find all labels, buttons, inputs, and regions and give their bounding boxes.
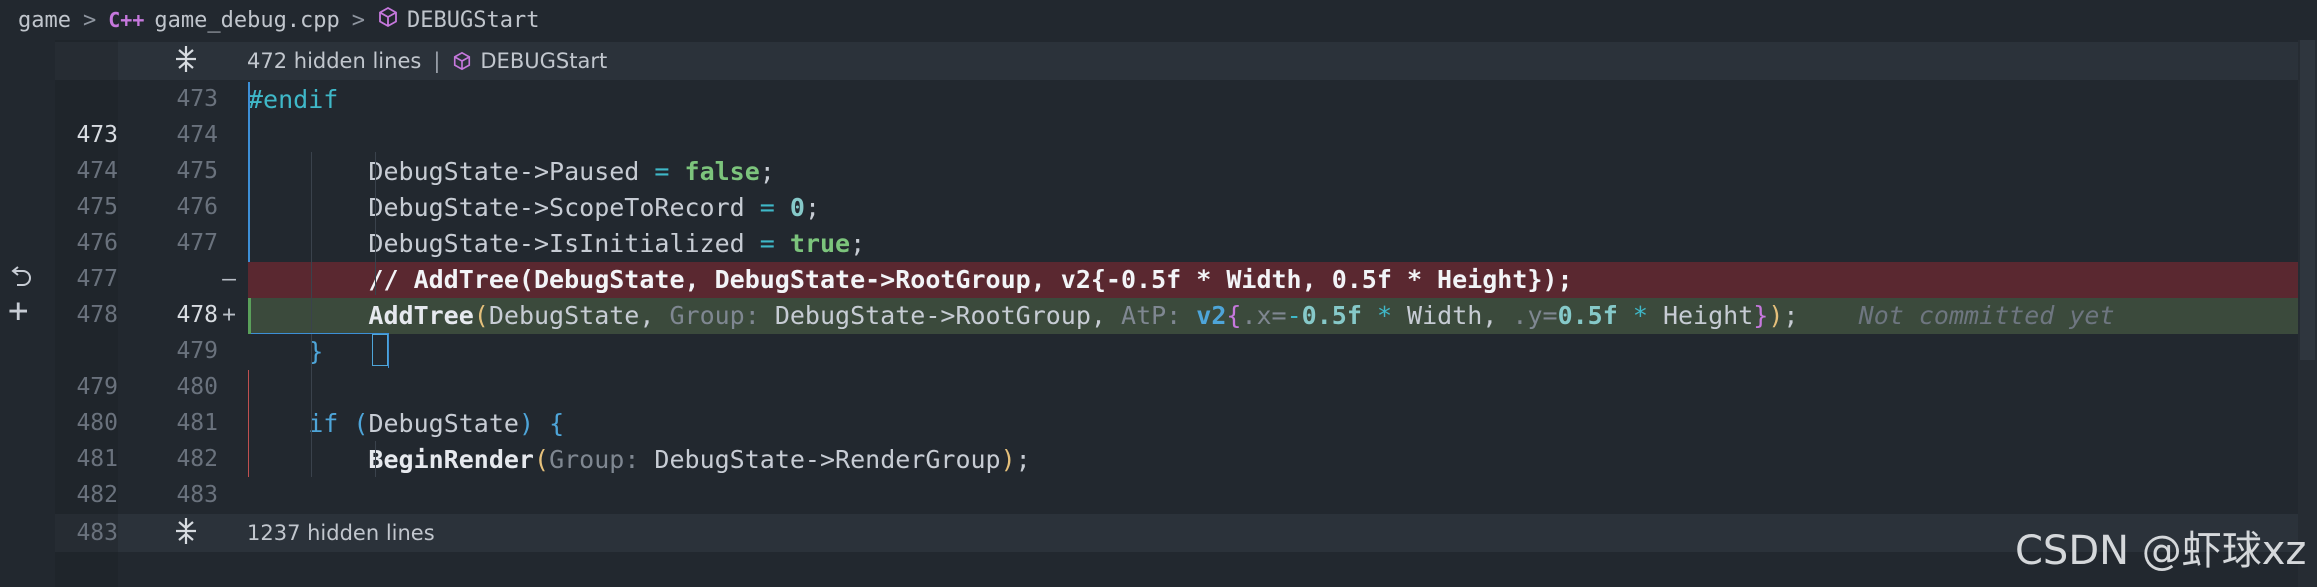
- diff-mark: —: [222, 266, 236, 292]
- modified-indicator: [248, 82, 250, 262]
- symbol-cube-icon: [377, 6, 399, 34]
- stage-change-icon[interactable]: +: [8, 294, 28, 328]
- code-text[interactable]: DebugState->IsInitialized = true;: [248, 226, 865, 262]
- scrollbar-thumb[interactable]: [2300, 40, 2315, 360]
- code-line[interactable]: 474 475 DebugState->Paused = false;: [0, 154, 2317, 190]
- code-line[interactable]: 480 481 if (DebugState) {: [0, 406, 2317, 442]
- code-line[interactable]: 482 483: [0, 478, 2317, 514]
- old-line-number: 476: [76, 230, 118, 256]
- added-line[interactable]: 478 478 + AddTree(DebugState, Group: Debug…: [0, 298, 2317, 334]
- old-line-number: 477: [76, 266, 118, 292]
- added-indicator: [248, 298, 251, 334]
- old-line-number: 475: [76, 194, 118, 220]
- symbol-cube-icon: [452, 49, 472, 73]
- new-line-number: 483: [176, 482, 218, 508]
- code-text[interactable]: BeginRender(Group: DebugState->RenderGro…: [248, 442, 1030, 478]
- new-line-number: 473: [176, 86, 218, 112]
- new-line-number: 478: [176, 302, 218, 328]
- code-line: 483: [0, 516, 2317, 552]
- new-line-number: 475: [176, 158, 218, 184]
- code-line[interactable]: 479 480: [0, 370, 2317, 406]
- code-line[interactable]: 475 476 DebugState->ScopeToRecord = 0;: [0, 190, 2317, 226]
- breadcrumb: game > C++ game_debug.cpp > DEBUGStart: [0, 0, 2317, 40]
- code-line[interactable]: 481 482 BeginRender(Group: DebugState->Re…: [0, 442, 2317, 478]
- old-line-number: 478: [76, 302, 118, 328]
- breadcrumb-root[interactable]: game: [18, 8, 71, 33]
- brace-match-highlight: [372, 334, 388, 366]
- old-line-number: 474: [76, 158, 118, 184]
- breadcrumb-file[interactable]: game_debug.cpp: [154, 8, 339, 33]
- diff-mark: +: [222, 302, 236, 328]
- code-text[interactable]: if (DebugState) {: [248, 406, 564, 442]
- cpp-file-icon: C++: [108, 8, 145, 32]
- new-line-number: 479: [176, 338, 218, 364]
- old-line-number: 483: [76, 520, 118, 546]
- code-text[interactable]: DebugState->ScopeToRecord = 0;: [248, 190, 820, 226]
- new-line-number: 482: [176, 446, 218, 472]
- old-line-number: 479: [76, 374, 118, 400]
- code-text[interactable]: // AddTree(DebugState, DebugState->RootG…: [248, 262, 1572, 298]
- new-line-number: 481: [176, 410, 218, 436]
- old-line-number: [58, 334, 118, 370]
- old-line-number: 482: [76, 482, 118, 508]
- code-text[interactable]: #endif: [248, 82, 338, 118]
- code-text[interactable]: DebugState->Paused = false;: [248, 154, 774, 190]
- indent-guide: [375, 441, 376, 477]
- indent-guide: [311, 152, 312, 477]
- old-line-number: 480: [76, 410, 118, 436]
- unfold-icon[interactable]: [170, 44, 202, 81]
- breadcrumb-symbol[interactable]: DEBUGStart: [407, 8, 539, 33]
- new-line-number: 480: [176, 374, 218, 400]
- code-line[interactable]: 473 474: [0, 118, 2317, 154]
- chevron-right-icon: >: [351, 7, 366, 33]
- old-line-number: 481: [76, 446, 118, 472]
- indent-guide-red: [248, 370, 249, 477]
- new-line-number: [150, 262, 218, 298]
- new-line-number: 477: [176, 230, 218, 256]
- code-line[interactable]: 473 #endif: [0, 82, 2317, 118]
- scope-highlight: [248, 333, 389, 368]
- code-text[interactable]: AddTree(DebugState, Group: DebugState->R…: [248, 298, 2114, 334]
- code-line[interactable]: 476 477 DebugState->IsInitialized = true;: [0, 226, 2317, 262]
- indent-guide: [375, 152, 376, 295]
- old-line-number: 473: [76, 122, 118, 148]
- removed-line[interactable]: 477 — // AddTree(DebugState, DebugState->…: [0, 262, 2317, 298]
- old-line-number: [58, 82, 118, 118]
- hidden-lines-label: 472 hidden lines | DEBUGStart: [247, 49, 608, 73]
- chevron-right-icon: >: [82, 7, 97, 33]
- new-line-number: 474: [176, 122, 218, 148]
- fold-row-top[interactable]: 472 hidden lines | DEBUGStart: [55, 42, 2317, 80]
- new-line-number: 476: [176, 194, 218, 220]
